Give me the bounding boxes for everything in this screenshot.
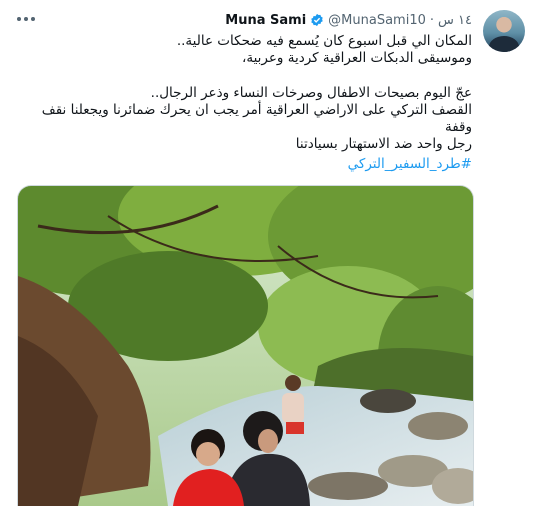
photo-river-scene — [18, 186, 473, 506]
tweet-text-line: عجّ اليوم بصيحات الاطفال وصرخات النساء و… — [150, 85, 472, 101]
tweet-text: المكان الي قبل اسبوع كان يُسمع فيه ضحكات… — [32, 33, 472, 153]
tweet-photo[interactable] — [17, 185, 474, 506]
tweet-timestamp[interactable]: ١٤ س — [438, 13, 472, 28]
hashtag-link[interactable]: #طرد_السفير_التركي — [348, 156, 472, 172]
tweet[interactable]: Muna Sami @MunaSami10 · ١٤ س المكان الي … — [0, 0, 560, 506]
author-name[interactable]: Muna Sami — [225, 13, 306, 28]
more-options-icon[interactable] — [14, 12, 38, 26]
tweet-text-line: رجل واحد ضد الاستهتار بسيادتنا — [295, 136, 472, 152]
author-handle[interactable]: @MunaSami10 — [328, 13, 426, 28]
tweet-text-line: القصف التركي على الاراضي العراقية أمر يج… — [41, 102, 472, 135]
verified-badge-icon — [311, 13, 323, 27]
header-separator: · — [429, 12, 435, 28]
avatar[interactable] — [483, 10, 525, 52]
tweet-header: Muna Sami @MunaSami10 · ١٤ س — [225, 10, 472, 30]
tweet-text-line: المكان الي قبل اسبوع كان يُسمع فيه ضحكات… — [176, 33, 472, 49]
tweet-text-line: وموسيقى الدبكات العراقية كردية وعربية، — [241, 50, 472, 66]
